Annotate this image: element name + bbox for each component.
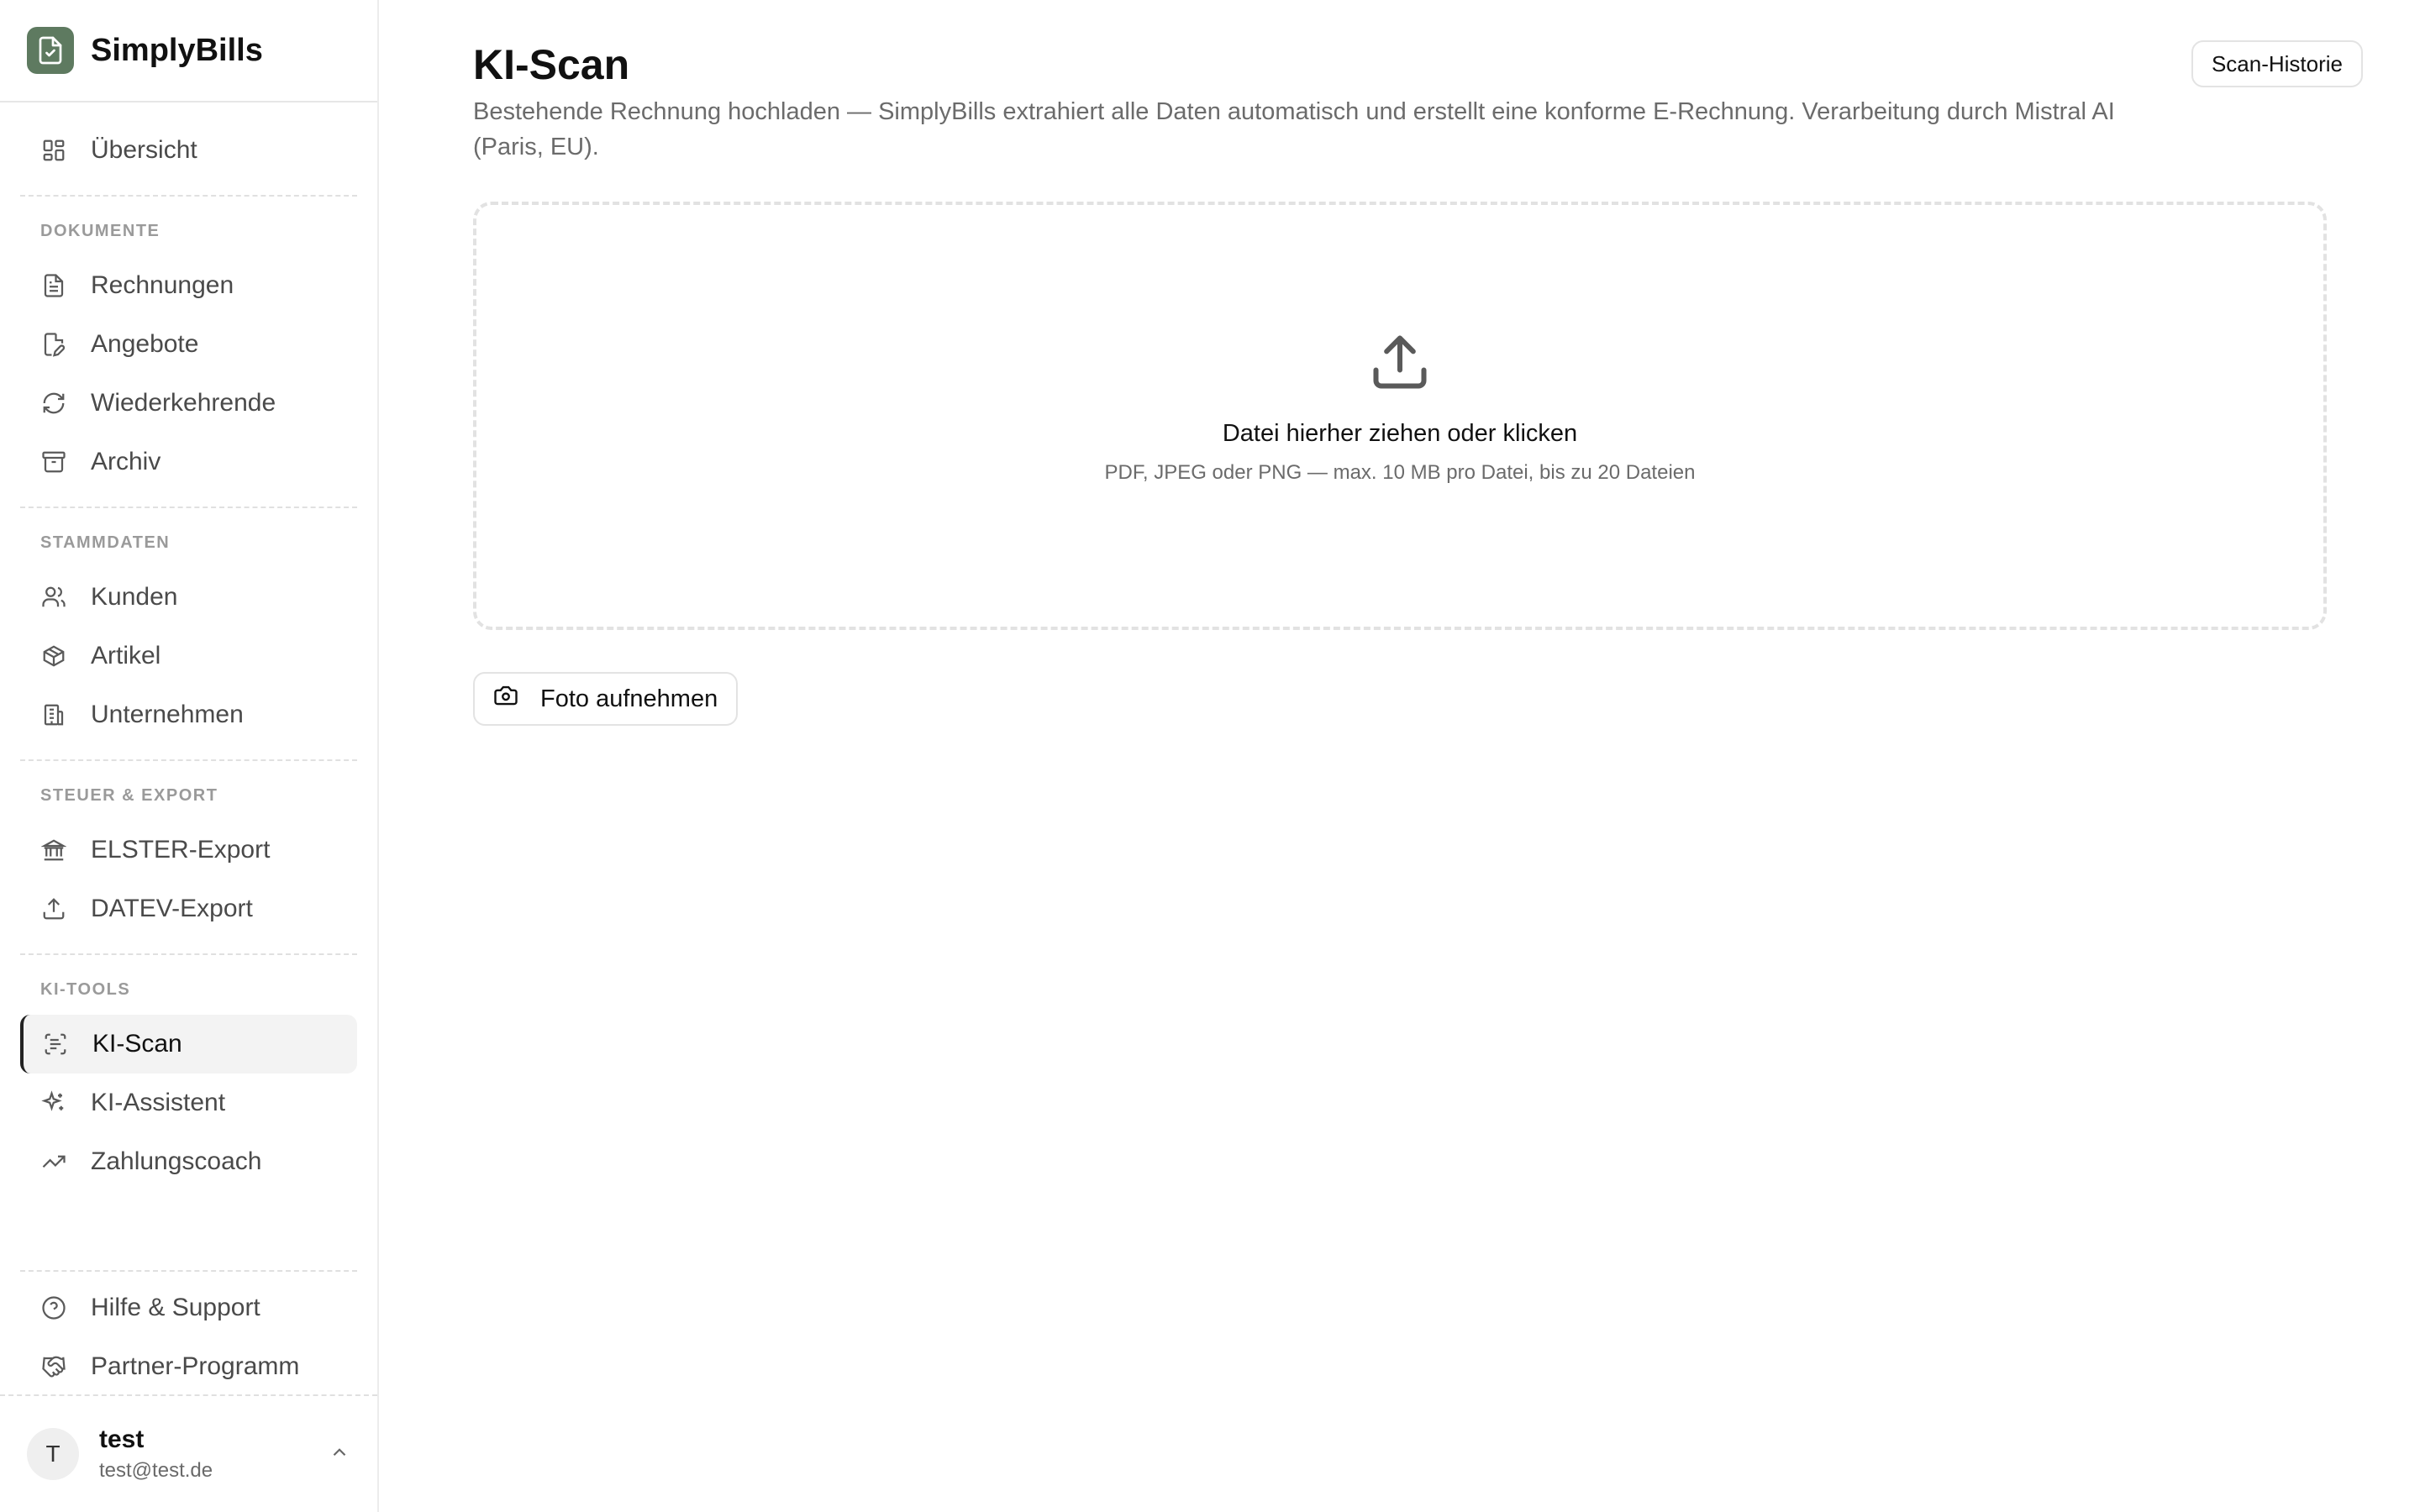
users-icon xyxy=(40,584,67,611)
sidebar-item-label: KI-Scan xyxy=(92,1030,182,1058)
brand[interactable]: SimplyBills xyxy=(0,0,377,102)
sparkles-icon xyxy=(40,1089,67,1116)
dropzone-hint: PDF, JPEG oder PNG — max. 10 MB pro Date… xyxy=(1104,461,1696,484)
chevron-up-icon[interactable] xyxy=(329,1441,350,1467)
trending-up-icon xyxy=(40,1148,67,1175)
sidebar-item-kunden[interactable]: Kunden xyxy=(20,568,357,627)
sidebar-item-ki-scan[interactable]: KI-Scan xyxy=(20,1015,357,1074)
take-photo-button[interactable]: Foto aufnehmen xyxy=(473,672,739,726)
section-label-steuer-export: STEUER & EXPORT xyxy=(40,786,218,805)
sidebar-item-rechnungen[interactable]: Rechnungen xyxy=(20,256,357,315)
sidebar-item-label: DATEV-Export xyxy=(91,895,253,922)
brand-logo-icon xyxy=(27,27,74,74)
help-circle-icon xyxy=(40,1294,67,1321)
section-label-dokumente: DOKUMENTE xyxy=(40,222,160,240)
sidebar-item-zahlungscoach[interactable]: Zahlungscoach xyxy=(20,1132,357,1191)
main-content: KI-Scan Scan-Historie Bestehende Rechnun… xyxy=(379,0,2420,1512)
sidebar-item-archiv[interactable]: Archiv xyxy=(20,433,357,491)
sidebar-item-label: Artikel xyxy=(91,642,161,669)
sidebar-item-label: Zahlungscoach xyxy=(91,1147,262,1175)
main-nav: Übersicht DOKUMENTE Rechnungen Angebote xyxy=(0,102,377,1191)
sidebar-item-ki-assistent[interactable]: KI-Assistent xyxy=(20,1074,357,1132)
building-icon xyxy=(40,701,67,728)
sidebar: SimplyBills Übersicht DOKUMENTE Rechnung… xyxy=(0,0,379,1512)
user-menu[interactable]: T test test@test.de xyxy=(0,1394,377,1512)
sidebar-item-label: Rechnungen xyxy=(91,271,234,299)
sidebar-item-help-support[interactable]: Hilfe & Support xyxy=(20,1278,357,1337)
archive-icon xyxy=(40,449,67,475)
dashboard-grid-icon xyxy=(40,137,67,164)
sidebar-item-label: Archiv xyxy=(91,448,161,475)
sidebar-item-label: Angebote xyxy=(91,330,199,358)
bank-icon xyxy=(40,837,67,864)
sidebar-item-elster-export[interactable]: ELSTER-Export xyxy=(20,821,357,879)
sidebar-item-partner-programm[interactable]: Partner-Programm xyxy=(20,1337,357,1396)
take-photo-label: Foto aufnehmen xyxy=(540,685,718,712)
sidebar-item-angebote[interactable]: Angebote xyxy=(20,315,357,374)
bottom-nav: Hilfe & Support Partner-Programm xyxy=(20,1270,357,1396)
file-dropzone[interactable]: Datei hierher ziehen oder klicken PDF, J… xyxy=(473,202,2327,630)
user-name: test xyxy=(99,1425,145,1453)
sidebar-item-label: Partner-Programm xyxy=(91,1352,300,1380)
refresh-icon xyxy=(40,390,67,417)
dropzone-title: Datei hierher ziehen oder klicken xyxy=(1222,420,1578,447)
sidebar-item-artikel[interactable]: Artikel xyxy=(20,627,357,685)
document-edit-icon xyxy=(40,331,67,358)
user-email: test@test.de xyxy=(99,1459,213,1482)
sidebar-item-unternehmen[interactable]: Unternehmen xyxy=(20,685,357,744)
page-title: KI-Scan xyxy=(473,41,630,88)
scan-history-button[interactable]: Scan-Historie xyxy=(2191,40,2363,87)
upload-icon xyxy=(40,895,67,922)
sidebar-item-label: ELSTER-Export xyxy=(91,836,271,864)
sidebar-item-label: Unternehmen xyxy=(91,701,244,728)
sidebar-item-wiederkehrende[interactable]: Wiederkehrende xyxy=(20,374,357,433)
sidebar-item-label: Hilfe & Support xyxy=(91,1294,260,1321)
sidebar-item-label: Kunden xyxy=(91,583,178,611)
section-label-stammdaten: STAMMDATEN xyxy=(40,533,171,552)
package-icon xyxy=(40,643,67,669)
camera-icon xyxy=(493,683,518,715)
scan-text-icon xyxy=(42,1031,69,1058)
sidebar-item-datev-export[interactable]: DATEV-Export xyxy=(20,879,357,938)
sidebar-item-label: KI-Assistent xyxy=(91,1089,226,1116)
upload-icon xyxy=(1368,330,1432,398)
avatar: T xyxy=(27,1428,79,1480)
section-label-ki-tools: KI-TOOLS xyxy=(40,980,131,999)
sidebar-item-label: Wiederkehrende xyxy=(91,389,276,417)
brand-name: SimplyBills xyxy=(91,32,263,68)
sidebar-item-label: Übersicht xyxy=(91,136,197,164)
sidebar-item-overview[interactable]: Übersicht xyxy=(20,121,357,180)
page-subtitle: Bestehende Rechnung hochladen — SimplyBi… xyxy=(473,98,2115,160)
document-icon xyxy=(40,272,67,299)
handshake-icon xyxy=(40,1353,67,1380)
